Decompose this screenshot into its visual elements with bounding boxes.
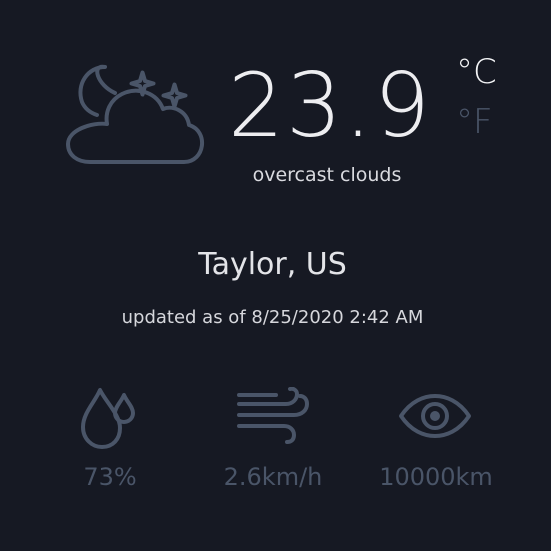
visibility-value: 10000km: [379, 463, 493, 491]
eye-icon: [399, 394, 471, 438]
current-temperature: 23.9: [228, 54, 432, 157]
humidity-drops-icon: [81, 388, 135, 449]
weather-description: overcast clouds: [252, 164, 402, 186]
night-cloudy-stars-icon: [66, 64, 205, 164]
humidity-value: 73%: [83, 463, 137, 491]
celsius-toggle[interactable]: °C: [456, 52, 512, 92]
updated-timestamp: updated as of 8/25/2020 2:42 AM: [121, 307, 424, 328]
wind-icon: [237, 387, 309, 444]
wind-value: 2.6km/h: [223, 463, 323, 491]
location-name: Taylor, US: [198, 247, 347, 282]
fahrenheit-toggle[interactable]: °F: [456, 102, 512, 142]
